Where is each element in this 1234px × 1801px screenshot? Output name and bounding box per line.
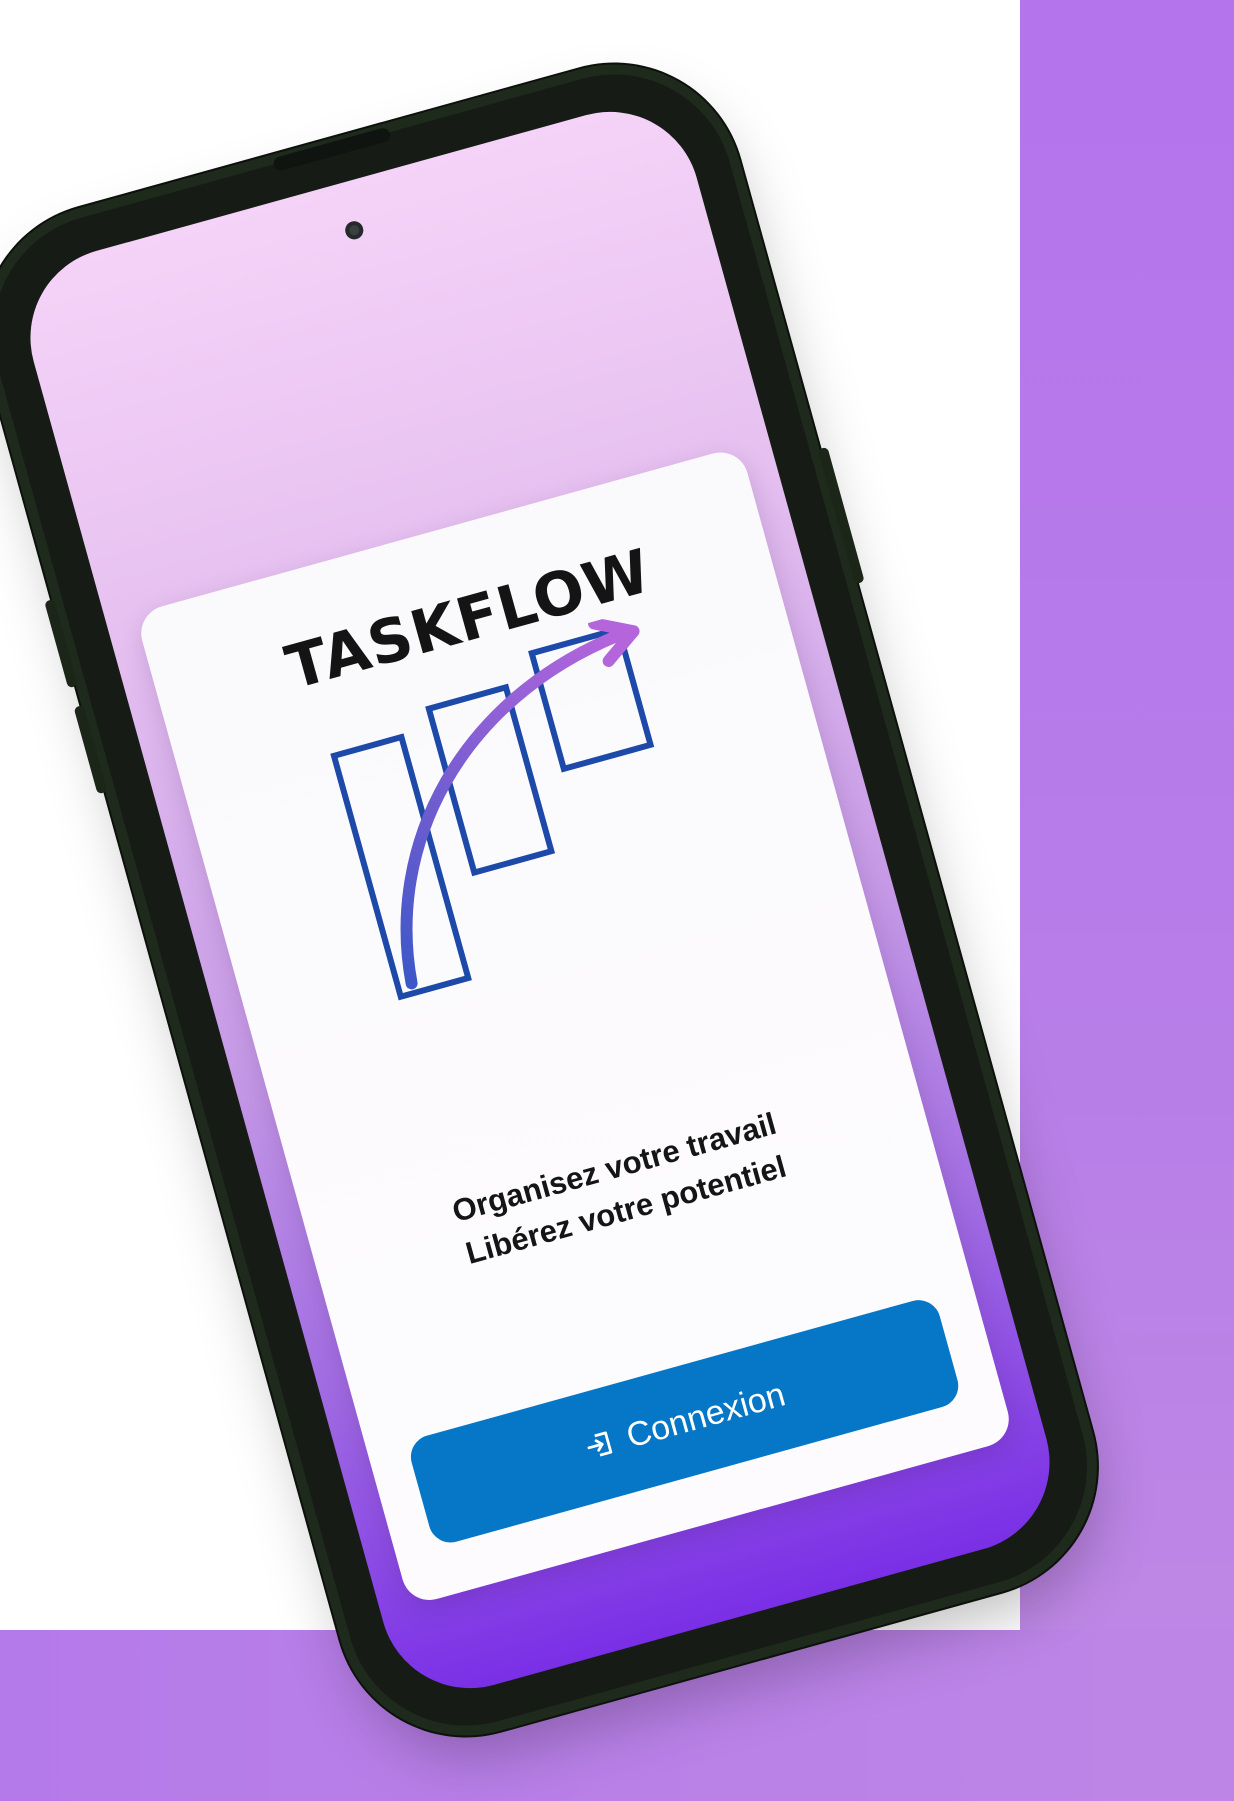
front-camera-icon: [343, 219, 366, 242]
tagline: Organisez votre travail Libérez votre po…: [344, 1073, 896, 1304]
speaker-grille: [272, 126, 392, 173]
phone-screen: TASKFLOW Organisez votre travail Libérez…: [9, 91, 1071, 1709]
app-logo: TASKFLOW: [266, 533, 758, 1025]
power-button: [817, 446, 865, 585]
login-icon: [587, 1431, 612, 1457]
phone-frame: TASKFLOW Organisez votre travail Libérez…: [0, 46, 1115, 1754]
volume-up-button: [44, 598, 78, 689]
login-button-label: Connexion: [622, 1374, 790, 1455]
welcome-card: TASKFLOW Organisez votre travail Libérez…: [134, 446, 1016, 1607]
login-button[interactable]: Connexion: [405, 1295, 964, 1548]
volume-down-button: [73, 704, 108, 795]
phone-mockup-stage: TASKFLOW Organisez votre travail Libérez…: [0, 46, 1115, 1760]
